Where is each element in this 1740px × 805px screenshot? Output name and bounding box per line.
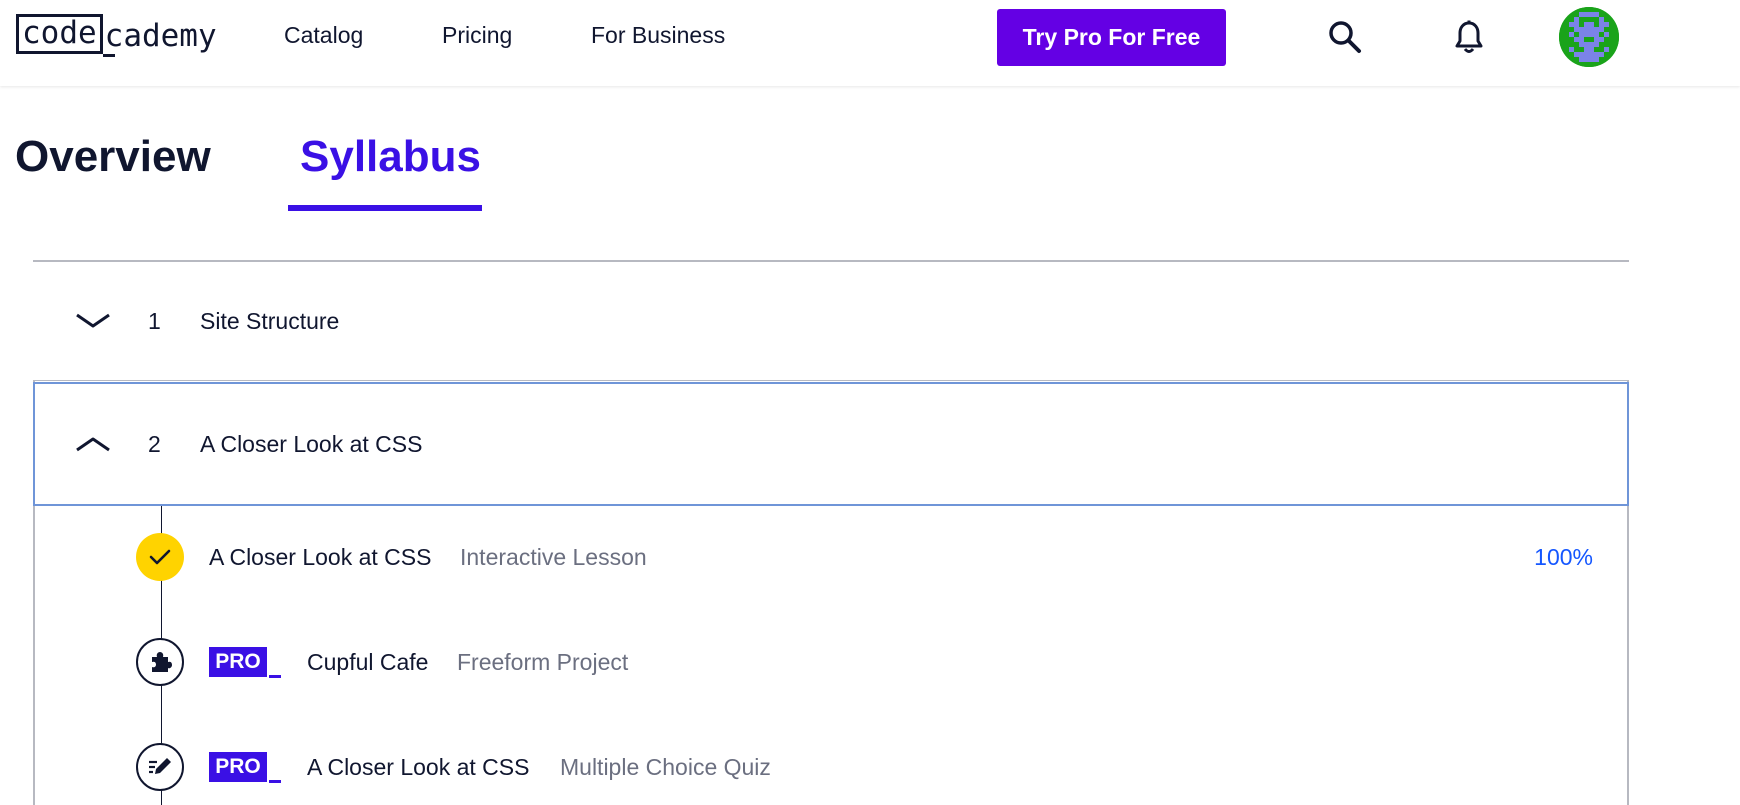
logo-code-text: code xyxy=(22,15,97,51)
module-title: Site Structure xyxy=(200,307,340,334)
lesson-type: Interactive Lesson xyxy=(460,544,647,570)
bell-icon[interactable] xyxy=(1449,17,1489,57)
lesson-item[interactable]: A Closer Look at CSS Interactive Lesson … xyxy=(33,533,1629,602)
top-nav-bar: code cademy Catalog Pricing For Business… xyxy=(0,0,1740,86)
puzzle-icon xyxy=(136,638,184,686)
codecademy-logo[interactable]: code cademy xyxy=(16,14,217,57)
tab-syllabus[interactable]: Syllabus xyxy=(300,132,481,182)
logo-cademy: cademy xyxy=(102,18,217,57)
logo-code-box: code xyxy=(16,14,103,54)
pro-badge: PRO xyxy=(209,752,267,782)
nav-pricing[interactable]: Pricing xyxy=(442,22,512,49)
lesson-progress: 100% xyxy=(1534,544,1593,570)
lesson-title: A Closer Look at CSS xyxy=(307,754,530,780)
logo-cademy-text: cademy xyxy=(104,18,217,54)
check-icon xyxy=(136,533,184,581)
chevron-down-icon[interactable] xyxy=(75,309,111,333)
module-row-2[interactable]: 2 A Closer Look at CSS xyxy=(33,382,1629,506)
module-row-1[interactable]: 1 Site Structure xyxy=(33,262,1629,381)
pro-badge-cursor xyxy=(269,675,281,678)
lesson-item[interactable]: PRO A Closer Look at CSS Multiple Choice… xyxy=(33,743,1629,805)
module-number: 2 xyxy=(148,430,161,457)
module-title: A Closer Look at CSS xyxy=(200,430,423,457)
search-icon[interactable] xyxy=(1325,17,1365,57)
pro-badge-cursor xyxy=(269,780,281,783)
lesson-title: A Closer Look at CSS xyxy=(209,544,432,570)
nav-for-business[interactable]: For Business xyxy=(591,22,725,49)
quiz-pencil-icon xyxy=(136,743,184,791)
pro-badge: PRO xyxy=(209,647,267,677)
lesson-title: Cupful Cafe xyxy=(307,649,429,675)
active-tab-indicator xyxy=(288,205,482,211)
lesson-type: Multiple Choice Quiz xyxy=(560,754,771,780)
logo-cursor xyxy=(102,54,115,57)
chevron-up-icon[interactable] xyxy=(75,432,111,456)
avatar[interactable] xyxy=(1559,7,1619,67)
nav-catalog[interactable]: Catalog xyxy=(284,22,363,49)
tab-overview[interactable]: Overview xyxy=(15,132,211,182)
lesson-item[interactable]: PRO Cupful Cafe Freeform Project xyxy=(33,638,1629,707)
module-number: 1 xyxy=(148,307,161,334)
try-pro-button[interactable]: Try Pro For Free xyxy=(997,9,1226,66)
lesson-type: Freeform Project xyxy=(457,649,629,675)
